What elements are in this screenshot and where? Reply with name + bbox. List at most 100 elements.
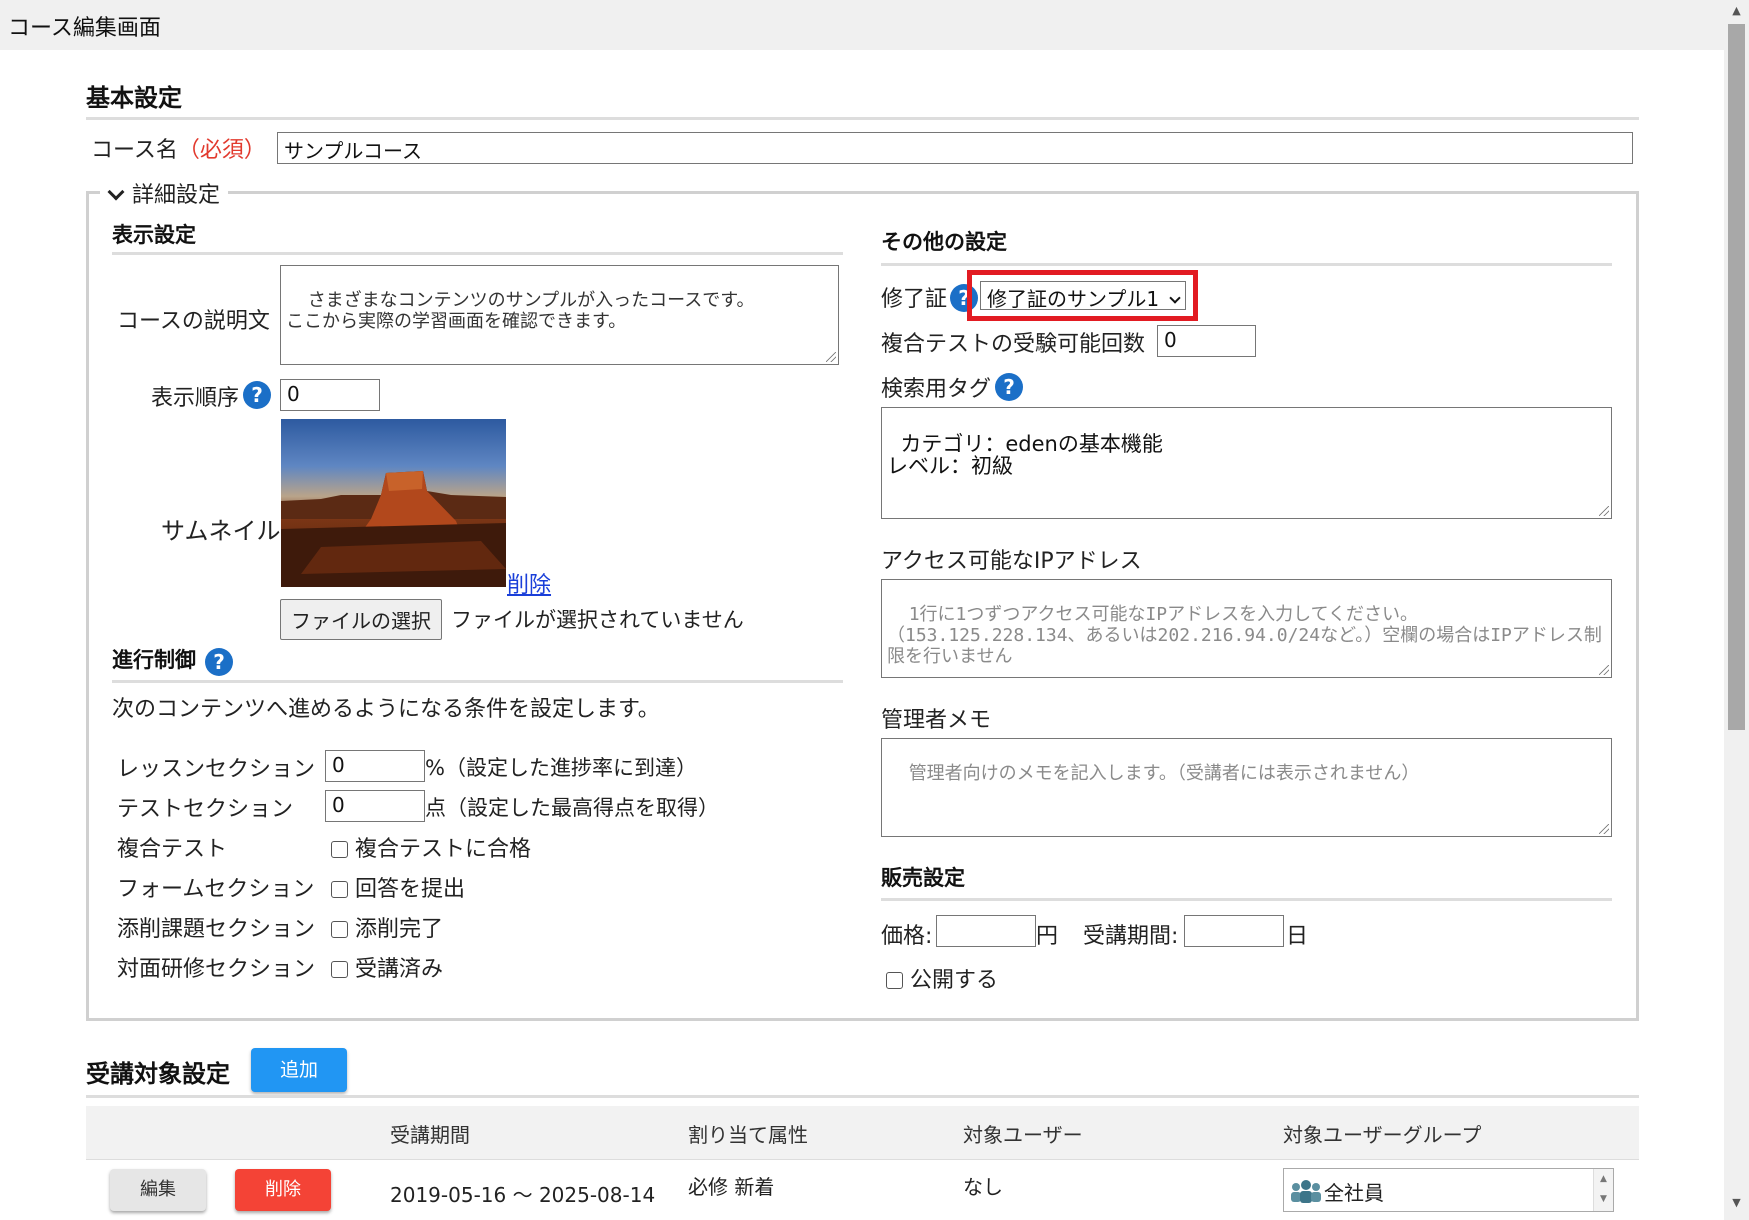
resize-grip-icon[interactable] (1599, 665, 1609, 675)
lesson-section-label: レッスンセクション (117, 757, 316, 782)
required-mark: （必須） (177, 138, 266, 163)
divider (881, 898, 1612, 901)
period-label: 受講期間: (1083, 924, 1179, 949)
scroll-down-icon[interactable]: ▼ (1724, 1196, 1749, 1214)
course-name-input[interactable]: サンプルコース (277, 132, 1633, 164)
resize-grip-icon[interactable] (826, 352, 836, 362)
test-score-input[interactable]: 0 (325, 790, 425, 822)
description-textarea[interactable]: さまざまなコンテンツのサンプルが入ったコースです。 ここから実際の学習画面を確認… (280, 265, 839, 365)
ip-address-placeholder: 1行に1つずつアクセス可能なIPアドレスを入力してください。 （153.125.… (887, 604, 1602, 667)
publish-label: 公開する (910, 968, 999, 993)
target-settings-heading: 受講対象設定 (86, 1060, 230, 1088)
publish-check[interactable]: 公開する (886, 962, 998, 994)
search-tags-textarea[interactable]: カテゴリ：edenの基本機能 レベル：初級 (881, 407, 1612, 519)
progress-control-heading: 進行制御 (112, 648, 196, 672)
help-icon[interactable]: ? (995, 373, 1023, 401)
other-settings-heading: その他の設定 (881, 230, 1007, 254)
price-input[interactable] (936, 915, 1036, 947)
group-icon (1289, 1179, 1323, 1203)
list-scrollbar[interactable]: ▲ ▼ (1593, 1169, 1613, 1211)
column-header-user-groups: 対象ユーザーグループ (1283, 1123, 1482, 1147)
group-name: 全社員 (1324, 1181, 1384, 1205)
test-section-label: テストセクション (117, 797, 294, 822)
search-tags-text: カテゴリ：edenの基本機能 レベル：初級 (887, 432, 1163, 478)
help-icon[interactable]: ? (205, 648, 233, 676)
help-icon[interactable]: ? (243, 381, 271, 409)
certificate-select-value: 修了証のサンプル1 (987, 287, 1160, 311)
composite-test-check[interactable]: 複合テストに合格 (331, 831, 531, 863)
display-order-input[interactable]: 0 (280, 379, 380, 411)
certificate-select[interactable]: 修了証のサンプル1 (980, 281, 1186, 311)
attempts-input[interactable]: 0 (1157, 325, 1256, 357)
correction-section-label: 添削課題セクション (117, 917, 316, 942)
scroll-up-icon[interactable]: ▲ (1724, 4, 1749, 22)
chevron-down-icon (107, 183, 125, 201)
certificate-label: 修了証 (881, 287, 948, 312)
add-target-button[interactable]: 追加 (251, 1048, 347, 1092)
user-group-list[interactable]: 全社員 ▲ ▼ (1283, 1168, 1614, 1212)
row-users: なし (963, 1175, 1003, 1199)
checkbox[interactable] (331, 881, 348, 898)
onsite-section-check[interactable]: 受講済み (331, 951, 443, 983)
checkbox-label: 回答を提出 (355, 877, 466, 902)
file-status-text: ファイルが選択されていません (451, 608, 744, 632)
divider (881, 263, 1612, 266)
window-titlebar: コース編集画面 (0, 0, 1724, 50)
basic-settings-heading: 基本設定 (86, 84, 182, 112)
sales-settings-heading: 販売設定 (881, 866, 965, 890)
file-select-button[interactable]: ファイルの選択 (280, 599, 442, 640)
onsite-section-label: 対面研修セクション (117, 957, 316, 982)
description-text: さまざまなコンテンツのサンプルが入ったコースです。 ここから実際の学習画面を確認… (286, 290, 755, 332)
vertical-scrollbar[interactable]: ▲ ▼ (1724, 0, 1749, 1220)
period-unit: 日 (1286, 924, 1309, 949)
desert-butte-picture (281, 471, 506, 587)
chevron-down-icon (1169, 292, 1182, 304)
delete-button[interactable]: 削除 (235, 1169, 331, 1211)
checkbox[interactable] (331, 841, 348, 858)
lesson-progress-input[interactable]: 0 (325, 750, 425, 782)
attempts-label: 複合テストの受験可能回数 (881, 332, 1146, 357)
checkbox[interactable] (331, 961, 348, 978)
admin-memo-label: 管理者メモ (881, 708, 992, 733)
edit-button[interactable]: 編集 (110, 1169, 206, 1211)
details-toggle-label: 詳細設定 (132, 183, 221, 208)
form-section-label: フォームセクション (117, 877, 315, 902)
checkbox-label: 受講済み (355, 957, 444, 982)
column-header-period: 受講期間 (390, 1123, 470, 1147)
resize-grip-icon[interactable] (1599, 506, 1609, 516)
test-score-suffix: 点（設定した最高得点を取得） (425, 796, 719, 820)
window-title: コース編集画面 (8, 16, 161, 41)
checkbox-label: 添削完了 (355, 917, 444, 942)
divider (86, 1095, 1639, 1098)
display-settings-heading: 表示設定 (112, 223, 196, 247)
admin-memo-placeholder: 管理者向けのメモを記入します。（受講者には表示されません） (908, 763, 1420, 784)
course-name-label: コース名（必須） (91, 132, 266, 164)
checkbox[interactable] (331, 921, 348, 938)
column-header-attributes: 割り当て属性 (688, 1123, 808, 1147)
row-attributes: 必修 新着 (688, 1175, 775, 1199)
checkbox[interactable] (886, 972, 903, 989)
checkbox-label: 複合テストに合格 (355, 837, 532, 862)
ip-address-textarea[interactable]: 1行に1つずつアクセス可能なIPアドレスを入力してください。 （153.125.… (881, 579, 1612, 678)
price-unit: 円 (1036, 924, 1059, 949)
column-header-users: 対象ユーザー (963, 1123, 1083, 1147)
scroll-thumb[interactable] (1728, 24, 1745, 730)
resize-grip-icon[interactable] (1599, 824, 1609, 834)
course-name-label-text: コース名 (91, 138, 178, 163)
thumbnail-label: サムネイル (161, 517, 281, 545)
details-toggle[interactable]: 詳細設定 (100, 177, 229, 209)
row-period: 2019-05-16 〜 2025-08-14 (390, 1183, 656, 1207)
description-label: コースの説明文 (117, 309, 270, 334)
divider (112, 680, 843, 683)
period-input[interactable] (1184, 915, 1284, 947)
form-section-check[interactable]: 回答を提出 (331, 871, 465, 903)
ip-address-label: アクセス可能なIPアドレス (881, 549, 1142, 574)
admin-memo-textarea[interactable]: 管理者向けのメモを記入します。（受講者には表示されません） (881, 738, 1612, 837)
divider (112, 252, 843, 255)
composite-test-label: 複合テスト (117, 837, 228, 862)
price-label: 価格: (881, 924, 933, 949)
progress-intro-text: 次のコンテンツへ進めるようになる条件を設定します。 (112, 697, 660, 722)
correction-section-check[interactable]: 添削完了 (331, 911, 443, 943)
thumbnail-delete-link[interactable]: 削除 (507, 567, 551, 599)
display-order-label: 表示順序 (151, 386, 240, 411)
